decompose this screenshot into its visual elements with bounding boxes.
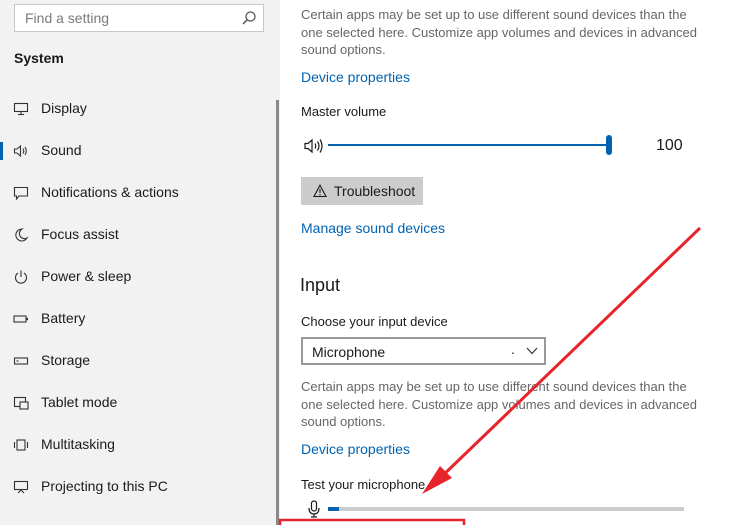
troubleshoot-button[interactable]: Troubleshoot: [301, 177, 423, 205]
notification-icon: [13, 186, 29, 201]
input-description: Certain apps may be set up to use differ…: [301, 379, 698, 429]
search-box[interactable]: [14, 4, 264, 32]
sidebar-item-label: Storage: [41, 352, 91, 368]
microphone-level-meter: [328, 507, 684, 511]
speaker-icon: [13, 144, 27, 158]
storage-icon: [13, 357, 29, 365]
sidebar-item-label: Projecting to this PC: [41, 478, 168, 494]
sidebar-item-projecting[interactable]: Projecting to this PC: [0, 466, 276, 508]
sidebar: System Display Sound Notifications & act…: [0, 0, 280, 525]
master-volume-slider[interactable]: [328, 144, 610, 146]
output-description: Certain apps may be set up to use differ…: [301, 7, 698, 57]
sidebar-item-label: Sound: [41, 142, 82, 158]
search-input[interactable]: [15, 5, 245, 31]
troubleshoot-label: Troubleshoot: [334, 183, 416, 199]
sidebar-item-display[interactable]: Display: [0, 88, 276, 130]
projecting-icon: [13, 480, 29, 494]
microphone-icon: [308, 500, 320, 518]
master-volume-label: Master volume: [301, 104, 387, 119]
battery-icon: [13, 315, 28, 323]
test-microphone-label: Test your microphone: [301, 477, 426, 492]
chevron-down-icon: [526, 347, 538, 355]
input-heading: Input: [300, 275, 341, 295]
sidebar-item-label: Tablet mode: [41, 394, 118, 410]
warning-icon: [313, 184, 327, 198]
multitasking-icon: [13, 439, 29, 451]
monitor-icon: [13, 102, 29, 116]
tablet-icon: [13, 396, 29, 410]
sidebar-item-label: Focus assist: [41, 226, 119, 242]
moon-icon: [15, 228, 29, 242]
sidebar-item-label: Display: [41, 100, 87, 116]
manage-sound-devices-link[interactable]: Manage sound devices: [301, 220, 445, 236]
sidebar-item-label: Multitasking: [41, 436, 115, 452]
sidebar-item-label: Power & sleep: [41, 268, 132, 284]
sidebar-item-notifications[interactable]: Notifications & actions: [0, 172, 276, 214]
sidebar-item-focus-assist[interactable]: Focus assist: [0, 214, 276, 256]
sidebar-item-storage[interactable]: Storage: [0, 340, 276, 382]
master-volume-thumb[interactable]: [606, 135, 612, 155]
power-icon: [14, 270, 28, 284]
input-device-dropdown[interactable]: Microphone .: [301, 337, 546, 365]
choose-input-label: Choose your input device: [301, 314, 448, 329]
sidebar-item-battery[interactable]: Battery: [0, 298, 276, 340]
sidebar-item-power-sleep[interactable]: Power & sleep: [0, 256, 276, 298]
search-icon[interactable]: [241, 10, 257, 26]
volume-value: 100: [656, 137, 683, 154]
sidebar-item-tablet-mode[interactable]: Tablet mode: [0, 382, 276, 424]
output-device-properties-link[interactable]: Device properties: [301, 69, 410, 85]
volume-icon[interactable]: [304, 137, 324, 155]
selected-device: Microphone: [312, 344, 386, 360]
sidebar-item-label: Battery: [41, 310, 86, 326]
sidebar-item-sound[interactable]: Sound: [0, 130, 276, 172]
sidebar-scrollbar[interactable]: [276, 100, 279, 525]
sidebar-item-label: Notifications & actions: [41, 184, 179, 200]
sound-settings-panel: Certain apps may be set up to use differ…: [280, 0, 730, 525]
section-title: System: [14, 50, 64, 66]
sidebar-item-multitasking[interactable]: Multitasking: [0, 424, 276, 466]
input-device-properties-link[interactable]: Device properties: [301, 441, 410, 457]
microphone-level-fill: [328, 507, 339, 511]
device-suffix: .: [511, 341, 515, 357]
